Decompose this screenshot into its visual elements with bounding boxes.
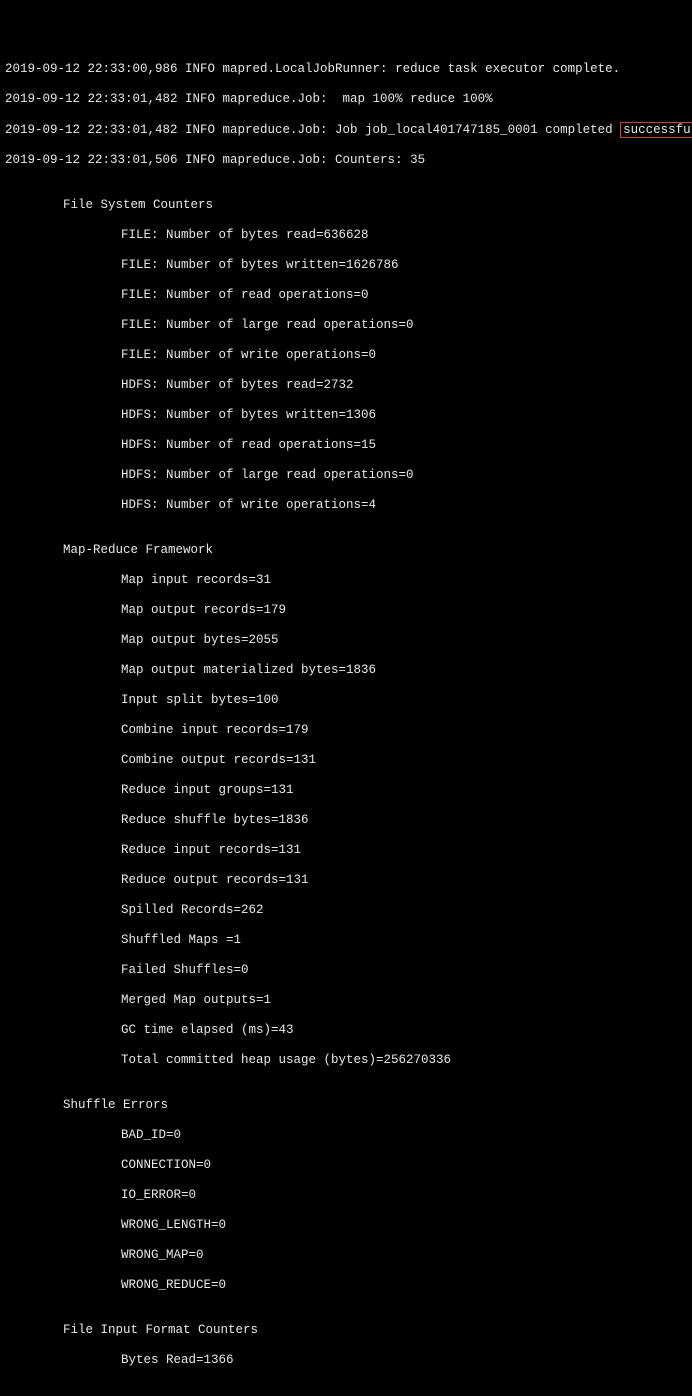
- counter-line: HDFS: Number of write operations=4: [5, 498, 692, 513]
- counter-line: Map output records=179: [5, 603, 692, 618]
- log-line: 2019-09-12 22:33:00,986 INFO mapred.Loca…: [5, 62, 692, 77]
- counter-line: Reduce output records=131: [5, 873, 692, 888]
- counter-line: HDFS: Number of read operations=15: [5, 438, 692, 453]
- counter-line: Shuffled Maps =1: [5, 933, 692, 948]
- section-title-fifc: File Input Format Counters: [5, 1323, 692, 1338]
- counter-line: GC time elapsed (ms)=43: [5, 1023, 692, 1038]
- counter-line: Map output materialized bytes=1836: [5, 663, 692, 678]
- counter-line: Total committed heap usage (bytes)=25627…: [5, 1053, 692, 1068]
- counter-line: Combine input records=179: [5, 723, 692, 738]
- counter-line: FILE: Number of large read operations=0: [5, 318, 692, 333]
- highlight-successfully: successfully: [620, 122, 692, 138]
- counter-line: Map input records=31: [5, 573, 692, 588]
- counter-line: Input split bytes=100: [5, 693, 692, 708]
- counter-line: FILE: Number of bytes read=636628: [5, 228, 692, 243]
- counter-line: IO_ERROR=0: [5, 1188, 692, 1203]
- counter-line: Reduce input groups=131: [5, 783, 692, 798]
- counter-line: FILE: Number of bytes written=1626786: [5, 258, 692, 273]
- log-line: 2019-09-12 22:33:01,482 INFO mapreduce.J…: [5, 122, 692, 138]
- section-title-fsc: File System Counters: [5, 198, 692, 213]
- counter-line: FILE: Number of write operations=0: [5, 348, 692, 363]
- counter-line: BAD_ID=0: [5, 1128, 692, 1143]
- section-title-mrf: Map-Reduce Framework: [5, 543, 692, 558]
- counter-line: CONNECTION=0: [5, 1158, 692, 1173]
- counter-line: Spilled Records=262: [5, 903, 692, 918]
- counter-line: WRONG_REDUCE=0: [5, 1278, 692, 1293]
- counter-line: Reduce shuffle bytes=1836: [5, 813, 692, 828]
- counter-line: Reduce input records=131: [5, 843, 692, 858]
- counter-line: Map output bytes=2055: [5, 633, 692, 648]
- counter-line: Bytes Read=1366: [5, 1353, 692, 1368]
- counter-line: WRONG_LENGTH=0: [5, 1218, 692, 1233]
- counter-line: Failed Shuffles=0: [5, 963, 692, 978]
- section-title-se: Shuffle Errors: [5, 1098, 692, 1113]
- counter-line: HDFS: Number of bytes written=1306: [5, 408, 692, 423]
- log-prefix: 2019-09-12 22:33:01,482 INFO mapreduce.J…: [5, 123, 620, 137]
- counter-line: HDFS: Number of large read operations=0: [5, 468, 692, 483]
- counter-line: FILE: Number of read operations=0: [5, 288, 692, 303]
- counter-line: Combine output records=131: [5, 753, 692, 768]
- log-line: 2019-09-12 22:33:01,506 INFO mapreduce.J…: [5, 153, 692, 168]
- counter-line: WRONG_MAP=0: [5, 1248, 692, 1263]
- counter-line: Merged Map outputs=1: [5, 993, 692, 1008]
- counter-line: HDFS: Number of bytes read=2732: [5, 378, 692, 393]
- log-line: 2019-09-12 22:33:01,482 INFO mapreduce.J…: [5, 92, 692, 107]
